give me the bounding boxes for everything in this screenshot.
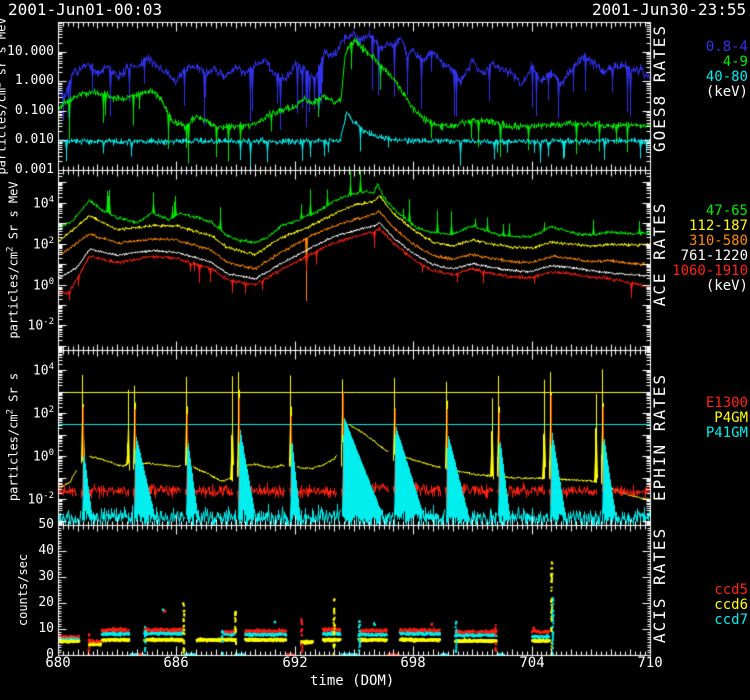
y-tick-label-ephin: 10-2: [0, 492, 54, 506]
y-tick-label-ace: 104: [0, 196, 54, 210]
rates-plot-canvas: [0, 0, 750, 700]
y-tick-label-acis: 20: [0, 596, 54, 609]
legend-ace-unit: (keV): [652, 279, 748, 293]
y-tick-label-acis: 40: [0, 544, 54, 557]
y-tick-label-acis: 30: [0, 570, 54, 583]
x-tick-label-698: 698: [391, 656, 435, 670]
x-tick-label-692: 692: [273, 656, 317, 670]
y-tick-label-ace: 100: [0, 278, 54, 292]
legend-goes8-0.8-4: 0.8-4: [652, 40, 748, 54]
legend-ephin-E1300: E1300: [652, 396, 748, 410]
legend-ace-1060-1910: 1060-1910: [652, 264, 748, 278]
y-tick-label-ephin: 104: [0, 363, 54, 377]
y-axis-title-goes8: particles/cm2 sr s MeV: [0, 17, 8, 174]
rates-dashboard: 2001-Jun01-00:03 2001-Jun30-23:55 GOES8 …: [0, 0, 750, 700]
legend-goes8-4-9: 4-9: [652, 55, 748, 69]
legend-acis-ccd6: ccd6: [652, 598, 748, 612]
legend-ace-310-580: 310-580: [652, 234, 748, 248]
x-tick-label-704: 704: [510, 656, 554, 670]
y-axis-title-ephin: particles/cm2 Sr s: [7, 373, 20, 501]
y-tick-label-ace: 102: [0, 237, 54, 251]
legend-goes8-unit: (keV): [652, 85, 748, 99]
y-axis-title-acis: counts/sec: [17, 554, 29, 626]
x-tick-label-710: 710: [628, 656, 672, 670]
x-axis-title: time (DOM): [310, 674, 394, 688]
legend-acis-ccd5: ccd5: [652, 583, 748, 597]
start-datetime: 2001-Jun01-00:03: [8, 2, 162, 18]
legend-acis-ccd7: ccd7: [652, 613, 748, 627]
legend-ephin-P41GM: P41GM: [652, 426, 748, 440]
y-tick-label-ephin: 100: [0, 449, 54, 463]
y-tick-label-goes8: 0.100: [0, 104, 54, 117]
legend-ace-761-1220: 761-1220: [652, 249, 748, 263]
legend-ephin-P4GM: P4GM: [652, 411, 748, 425]
y-tick-label-acis: 50: [0, 518, 54, 531]
end-datetime: 2001-Jun30-23:55: [592, 2, 746, 18]
y-tick-label-ephin: 102: [0, 406, 54, 420]
y-tick-label-goes8: 1.000: [0, 74, 54, 87]
legend-goes8-40-80: 40-80: [652, 70, 748, 84]
y-tick-label-goes8: 0.010: [0, 133, 54, 146]
legend-ace-112-187: 112-187: [652, 219, 748, 233]
x-tick-label-680: 680: [36, 656, 80, 670]
y-tick-label-ace: 10-2: [0, 318, 54, 332]
y-tick-label-goes8: 0.001: [0, 163, 54, 176]
x-tick-label-686: 686: [154, 656, 198, 670]
legend-ace-47-65: 47-65: [652, 204, 748, 218]
y-tick-label-goes8: 10.000: [0, 45, 54, 58]
y-tick-label-acis: 10: [0, 622, 54, 635]
